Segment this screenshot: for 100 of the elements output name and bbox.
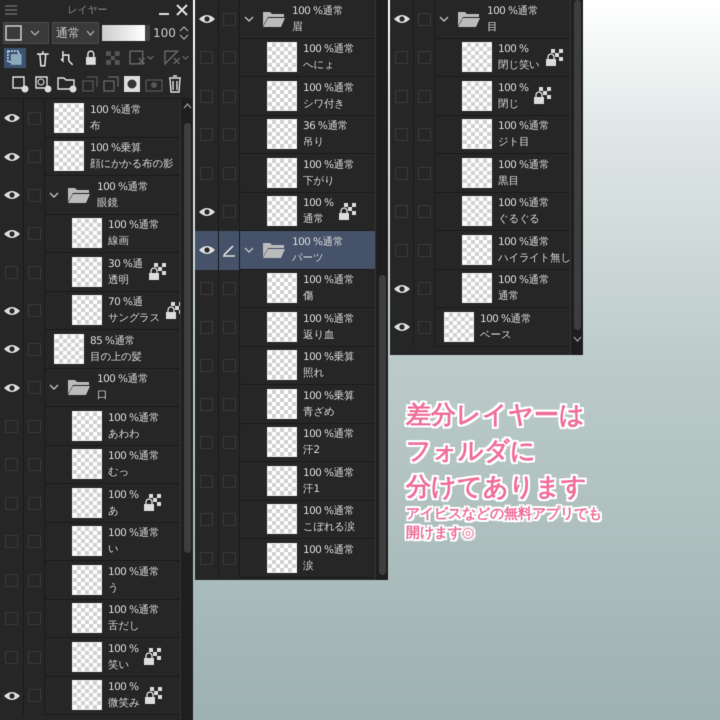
eye-icon[interactable] [394, 14, 410, 24]
layer-row[interactable]: 100 %通常 眼鏡 [0, 176, 180, 214]
layer-row[interactable]: 100 % 閉じ笑い [390, 38, 570, 77]
scrollbar[interactable] [375, 0, 388, 580]
layer-row[interactable]: 100 % 閉じ [390, 77, 570, 116]
layer-row[interactable]: 100 % あ [0, 484, 180, 522]
layer-blend-mode: 100 % [108, 680, 140, 696]
layer-name: 吊り [303, 135, 325, 150]
scrollbar[interactable] [570, 0, 583, 355]
chevron-icon[interactable] [49, 190, 59, 199]
layer-row[interactable]: 100 %通常 布 [0, 99, 180, 138]
layer-row[interactable]: 100 %通常 パーツ [195, 231, 375, 270]
layer-row[interactable]: 100 %通常 眉 [195, 0, 375, 38]
layer-row[interactable]: 100 %通常 へにょ [195, 38, 375, 77]
layer-row[interactable]: 100 %通常 う [0, 561, 180, 600]
layer-row[interactable]: 100 %通常 舌だし [0, 600, 180, 638]
layer-blend-mode: 100 %通常 [108, 218, 160, 234]
chevron-icon[interactable] [244, 14, 254, 23]
layer-name: 照れ [303, 366, 325, 382]
checker-icon[interactable] [106, 51, 120, 65]
chevron-icon[interactable] [439, 14, 449, 23]
layer-name: 線画 [108, 234, 130, 250]
menu-icon[interactable] [5, 5, 17, 15]
layer-row[interactable]: 100 %通常 汗1 [195, 462, 375, 500]
layer-thumbnail [462, 234, 492, 265]
layer-blend-mode: 100 %通常 [292, 4, 344, 19]
merge-icon[interactable] [82, 76, 98, 92]
blend-mode-dropdown[interactable]: 通常 [52, 22, 99, 44]
new-layer-icon[interactable] [10, 75, 29, 93]
layer-name: 微笑み [108, 696, 140, 712]
layer-row[interactable]: 100 %通常 むっ [0, 446, 180, 484]
eye-icon[interactable] [394, 284, 410, 294]
layer-row[interactable]: 100 %通常 い [0, 522, 180, 561]
eye-icon[interactable] [394, 322, 410, 332]
layer-row[interactable]: 100 %通常 下がり [195, 154, 375, 192]
scrollbar-thumb[interactable] [574, 0, 580, 330]
layer-color-dropdown[interactable] [3, 22, 49, 44]
layer-row[interactable]: 100 %通常 ぐるぐる [390, 192, 570, 231]
layer-row[interactable]: 100 %通常 目 [390, 0, 570, 38]
scrollbar-thumb[interactable] [378, 275, 386, 575]
eye-icon[interactable] [4, 190, 20, 200]
layer-row[interactable]: 100 %乗算 顔にかかる布の影 [0, 138, 180, 176]
eye-icon[interactable] [4, 382, 20, 393]
scroll-down-icon[interactable] [572, 334, 582, 344]
spinner-icon[interactable] [178, 25, 189, 41]
layer-name: 返り血 [303, 328, 336, 343]
eye-icon[interactable] [4, 113, 20, 124]
chevron-icon[interactable] [49, 383, 59, 392]
eye-icon[interactable] [4, 306, 20, 316]
mask-off-dropdown-icon[interactable] [129, 49, 155, 67]
layer-row[interactable]: 100 %通常 こぼれる涙 [195, 500, 375, 539]
layer-name: 通常 [303, 212, 325, 228]
layer-row[interactable]: 100 %通常 ジト目 [390, 116, 570, 154]
layer-row[interactable]: 100 %通常 汗2 [195, 424, 375, 462]
layer-row[interactable]: 100 %通常 シワ付き [195, 77, 375, 116]
chevron-icon[interactable] [244, 246, 254, 254]
layer-blend-mode: 100 %通常 [303, 504, 356, 520]
layer-row[interactable]: 100 %通常 涙 [195, 539, 375, 578]
layer-row[interactable]: 85 %通常 目の上の髪 [0, 330, 180, 368]
eye-icon[interactable] [4, 152, 20, 162]
layer-row[interactable]: 100 %通常 線画 [0, 214, 180, 253]
opacity-value[interactable]: 100 [153, 26, 176, 40]
eye-icon[interactable] [198, 14, 214, 24]
layer-select-icon[interactable] [4, 48, 26, 68]
layer-row[interactable]: 100 %通常 ベース [390, 308, 570, 346]
scroll-up-icon[interactable] [182, 101, 192, 111]
layer-row[interactable]: 100 %通常 ハイライト無し [390, 231, 570, 270]
layer-blend-mode: 100 %通常 [303, 466, 354, 481]
layer-row[interactable]: 70 %通 サングラス [0, 292, 180, 330]
layer-row[interactable]: 100 %通常 返り血 [195, 308, 375, 346]
layer-row[interactable]: 36 %通常 吊り [195, 116, 375, 154]
layer-row[interactable]: 100 % 微笑み [0, 676, 180, 715]
ruler-off-dropdown-icon[interactable] [164, 49, 189, 67]
new-folder-icon[interactable] [56, 75, 77, 93]
eye-icon[interactable] [4, 228, 20, 239]
eye-icon[interactable] [198, 206, 214, 217]
layer-blend-mode: 100 %通常 [303, 158, 354, 173]
eye-icon[interactable] [4, 344, 20, 354]
layer-row[interactable]: 100 %通常 通常 [390, 270, 570, 308]
layer-row[interactable]: 100 %通常 あわわ [0, 407, 180, 446]
eye-icon[interactable] [4, 690, 20, 701]
eye-icon[interactable] [198, 245, 214, 256]
scrollbar-thumb[interactable] [184, 123, 190, 553]
close-icon[interactable] [176, 4, 188, 16]
layer-mask-icon[interactable] [124, 76, 140, 92]
layer-row[interactable]: 100 %乗算 青ざめ [195, 385, 375, 424]
trash-icon[interactable] [168, 75, 182, 93]
new-vector-layer-icon[interactable] [34, 75, 52, 93]
scrollbar[interactable] [180, 99, 193, 720]
layer-row[interactable]: 30 %通 透明 [0, 253, 180, 292]
pen-icon[interactable] [222, 243, 236, 258]
layer-row[interactable]: 100 %乗算 照れ [195, 346, 375, 385]
lock-icon[interactable] [84, 50, 98, 66]
layer-row[interactable]: 100 %通常 口 [0, 368, 180, 407]
layer-blend-mode: 100 %通常 [480, 312, 532, 327]
layer-row[interactable]: 100 %通常 黒目 [390, 154, 570, 192]
layer-row[interactable]: 100 % 笑い [0, 638, 180, 676]
layer-blend-mode: 100 %通常 [487, 4, 538, 19]
layer-row[interactable]: 100 %通常 傷 [195, 270, 375, 308]
copy-icon[interactable] [103, 76, 120, 92]
